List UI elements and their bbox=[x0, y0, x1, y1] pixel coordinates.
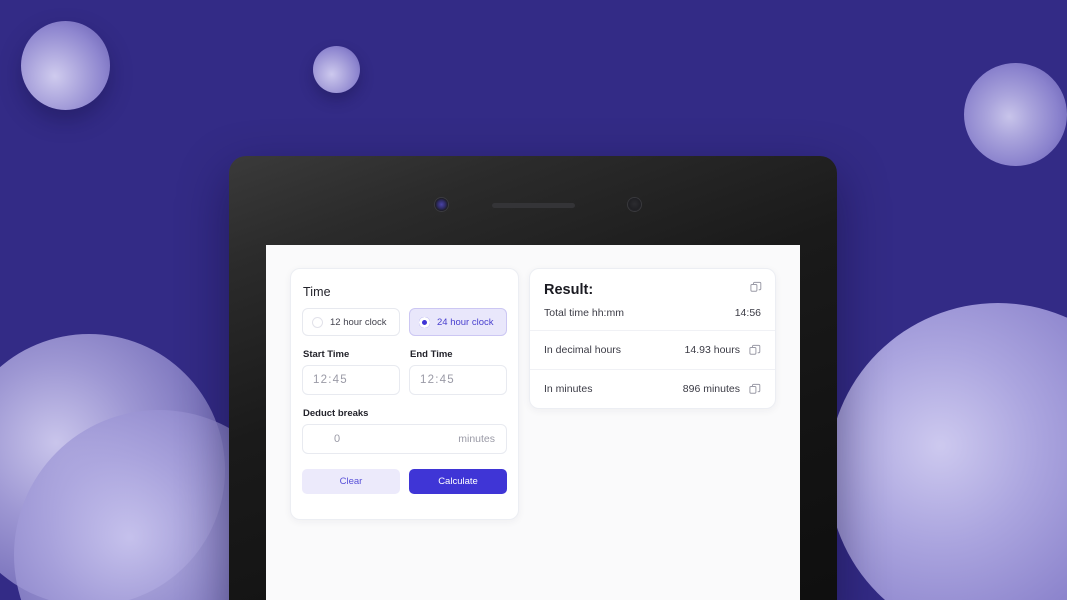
result-title: Result: bbox=[544, 282, 594, 298]
decorative-sphere-bottom-right bbox=[828, 303, 1067, 600]
start-time-minutes: 45 bbox=[332, 374, 348, 386]
decorative-sphere-top-left bbox=[21, 21, 110, 110]
end-time-group: End Time 12 : 45 bbox=[409, 336, 507, 395]
end-time-hours: 12 bbox=[420, 374, 436, 386]
card-title-time: Time bbox=[303, 285, 331, 299]
form-actions: Clear Calculate bbox=[302, 469, 507, 494]
camera-lens-icon bbox=[435, 198, 448, 211]
result-key-minutes: In minutes bbox=[544, 383, 593, 395]
time-input-card: Time 12 hour clock 24 hour clock Start T… bbox=[290, 268, 519, 520]
copy-icon[interactable] bbox=[750, 281, 762, 293]
result-row-total-time: Total time hh:mm 14:56 bbox=[544, 307, 761, 319]
proximity-sensor-icon bbox=[628, 198, 641, 211]
clear-button[interactable]: Clear bbox=[302, 469, 400, 494]
radio-option-12-hour-clock[interactable]: 12 hour clock bbox=[302, 308, 400, 336]
end-time-input[interactable]: 12 : 45 bbox=[409, 365, 507, 395]
result-value-minutes: 896 minutes bbox=[682, 383, 740, 395]
result-value-group-decimal-hours: 14.93 hours bbox=[685, 344, 761, 356]
start-time-group: Start Time 12 : 45 bbox=[302, 336, 400, 395]
radio-dot-selected-icon bbox=[419, 316, 430, 328]
result-value-group-minutes: 896 minutes bbox=[683, 383, 761, 395]
radio-label-24-hour: 24 hour clock bbox=[437, 316, 494, 328]
result-header: Result: Total time hh:mm 14:56 bbox=[530, 269, 775, 330]
result-row-decimal-hours: In decimal hours 14.93 hours bbox=[530, 330, 775, 369]
start-time-label: Start Time bbox=[303, 349, 350, 360]
decorative-sphere-top-right bbox=[964, 63, 1067, 166]
decorative-sphere-small-top bbox=[313, 46, 360, 93]
speaker-grille-icon bbox=[492, 203, 575, 208]
result-row-minutes: In minutes 896 minutes bbox=[530, 369, 775, 408]
start-time-input[interactable]: 12 : 45 bbox=[302, 365, 400, 395]
result-value-decimal-hours: 14.93 hours bbox=[684, 344, 740, 356]
deduct-breaks-label: Deduct breaks bbox=[303, 408, 369, 419]
deduct-breaks-unit: minutes bbox=[458, 433, 495, 445]
time-range-fields: Start Time 12 : 45 End Time 12 : 45 bbox=[302, 336, 507, 395]
result-key-decimal-hours: In decimal hours bbox=[544, 344, 622, 356]
copy-icon[interactable] bbox=[749, 344, 761, 356]
start-time-hours: 12 bbox=[313, 374, 329, 386]
result-value-total-time: 14:56 bbox=[734, 307, 761, 319]
end-time-minutes: 45 bbox=[439, 374, 455, 386]
radio-label-12-hour: 12 hour clock bbox=[330, 316, 387, 328]
copy-icon[interactable] bbox=[749, 383, 761, 395]
end-time-label: End Time bbox=[410, 349, 453, 360]
result-key-total-time: Total time hh:mm bbox=[544, 307, 624, 319]
tablet-device-frame: Time 12 hour clock 24 hour clock Start T… bbox=[229, 156, 837, 600]
clock-format-radio-group: 12 hour clock 24 hour clock bbox=[302, 308, 507, 336]
deduct-breaks-value: 0 bbox=[333, 433, 341, 445]
radio-option-24-hour-clock[interactable]: 24 hour clock bbox=[409, 308, 507, 336]
result-card: Result: Total time hh:mm 14:56 In decima… bbox=[529, 268, 776, 409]
deduct-breaks-input[interactable]: 0 minutes bbox=[302, 424, 507, 454]
tablet-bezel-top bbox=[229, 156, 837, 245]
tablet-screen: Time 12 hour clock 24 hour clock Start T… bbox=[266, 245, 800, 600]
calculate-button[interactable]: Calculate bbox=[409, 469, 507, 494]
radio-dot-icon bbox=[312, 316, 323, 328]
